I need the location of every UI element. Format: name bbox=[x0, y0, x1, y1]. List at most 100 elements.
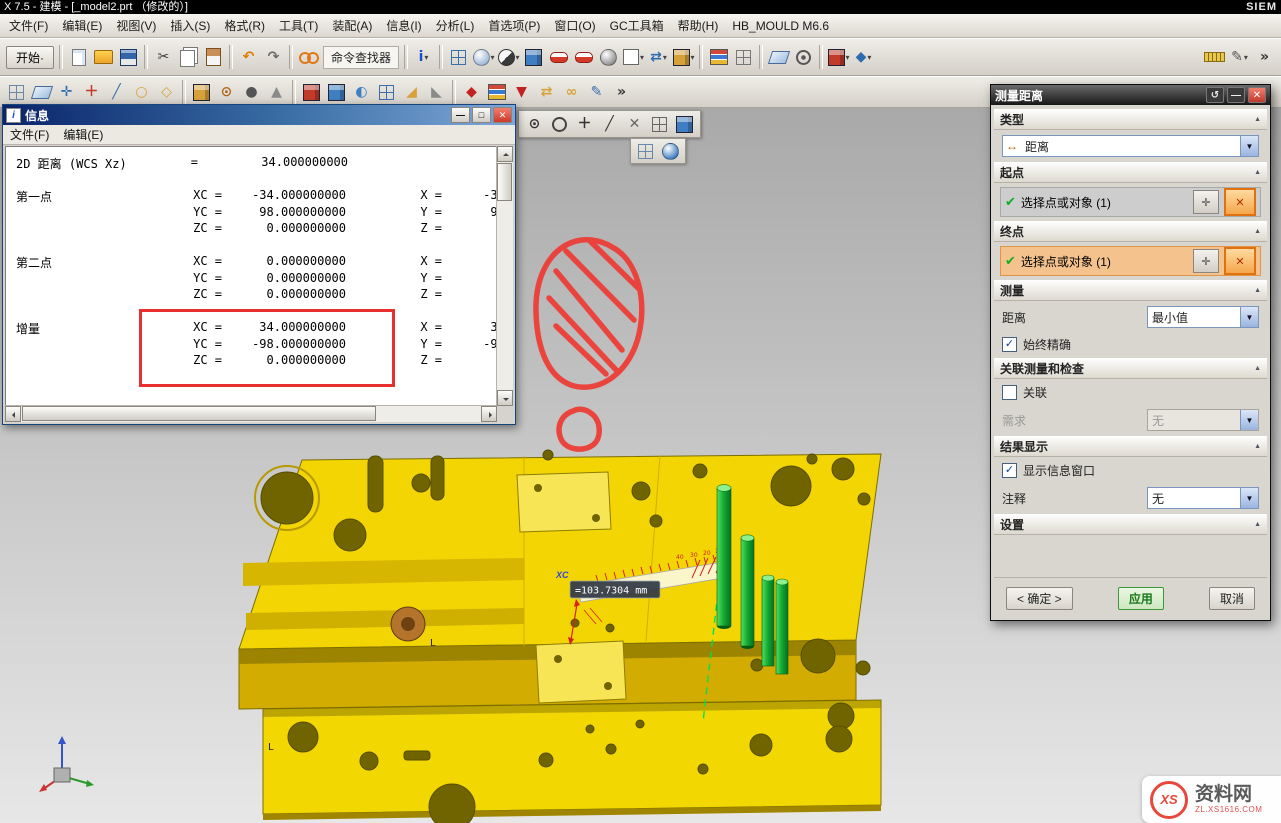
minimize-button[interactable]: — bbox=[451, 107, 470, 123]
section-type[interactable]: 类型 ▲ bbox=[994, 109, 1267, 130]
glasses-icon[interactable]: ∞ bbox=[559, 80, 584, 105]
section-settings[interactable]: 设置 ▲ bbox=[994, 514, 1267, 535]
vertical-scroll-thumb[interactable] bbox=[497, 163, 512, 201]
unite-icon[interactable] bbox=[299, 80, 324, 105]
sketch-icon[interactable]: ◇ bbox=[154, 80, 179, 105]
view-layout-icon[interactable] bbox=[731, 45, 756, 70]
scroll-right-button[interactable] bbox=[481, 406, 497, 422]
grid-display-icon[interactable] bbox=[633, 139, 658, 164]
horizontal-scroll-thumb[interactable] bbox=[22, 406, 376, 421]
vertical-scrollbar[interactable] bbox=[496, 146, 513, 406]
snap-line-icon[interactable]: ╱ bbox=[597, 112, 622, 137]
color-swatch-icon[interactable]: ▾ bbox=[621, 45, 646, 70]
paste-icon[interactable] bbox=[201, 45, 226, 70]
dialog-reset-icon[interactable]: ↺ bbox=[1206, 87, 1224, 103]
info-menu-item-2[interactable]: 编辑(E) bbox=[63, 126, 103, 143]
point-icon[interactable]: ＋ bbox=[79, 80, 104, 105]
info-menu-item-1[interactable]: 文件(F) bbox=[10, 126, 49, 143]
dialog-minimize-icon[interactable]: — bbox=[1227, 87, 1245, 103]
swap-view-icon[interactable]: ⇄ bbox=[534, 80, 559, 105]
dropdown-arrow-icon[interactable]: ▼ bbox=[1240, 136, 1258, 156]
info-window-icon[interactable]: i▾ bbox=[411, 45, 436, 70]
section-start-point[interactable]: 起点 ▲ bbox=[994, 162, 1267, 183]
snap-endpoint-icon[interactable]: ⊙ bbox=[522, 112, 547, 137]
toolbar-overflow-icon[interactable]: » bbox=[609, 80, 634, 105]
menu-item-1[interactable]: 文件(F) bbox=[2, 15, 55, 36]
dropdown-arrow-icon[interactable]: ▼ bbox=[1240, 307, 1258, 327]
menu-item-8[interactable]: 信息(I) bbox=[379, 15, 428, 36]
scroll-left-button[interactable] bbox=[5, 406, 21, 422]
layout-grid-icon[interactable] bbox=[4, 80, 29, 105]
cut-icon[interactable]: ✂ bbox=[151, 45, 176, 70]
scroll-down-button[interactable] bbox=[497, 390, 513, 406]
menu-item-9[interactable]: 分析(L) bbox=[429, 15, 482, 36]
display-cube-icon[interactable] bbox=[521, 45, 546, 70]
immediate-hide-icon[interactable] bbox=[571, 45, 596, 70]
orient-view-cube-icon[interactable]: ▾ bbox=[671, 45, 696, 70]
ok-button[interactable]: < 确定 > bbox=[1006, 587, 1073, 610]
new-file-icon[interactable] bbox=[66, 45, 91, 70]
start-menu-button[interactable]: 开始· bbox=[6, 46, 54, 69]
snap-grid-icon[interactable] bbox=[647, 112, 672, 137]
menu-item-4[interactable]: 插入(S) bbox=[163, 15, 217, 36]
snap-intersection-icon[interactable]: ✕ bbox=[622, 112, 647, 137]
copy-icon[interactable] bbox=[176, 45, 201, 70]
window-capture-icon[interactable] bbox=[446, 45, 471, 70]
datum-diamond-icon[interactable]: ◆ bbox=[459, 80, 484, 105]
info-window[interactable]: i 信息 — □ ✕ 文件(F)编辑(E) 2D 距离 (WCS Xz)=34.… bbox=[2, 104, 516, 425]
horizontal-scrollbar[interactable] bbox=[5, 405, 497, 422]
save-icon[interactable] bbox=[116, 45, 141, 70]
layer-settings-icon[interactable] bbox=[706, 45, 731, 70]
snap-solid-icon[interactable] bbox=[672, 112, 697, 137]
menu-item-13[interactable]: 帮助(H) bbox=[671, 15, 726, 36]
pan-rotate-icon[interactable]: ⇄▾ bbox=[646, 45, 671, 70]
menu-item-5[interactable]: 格式(R) bbox=[217, 15, 272, 36]
start-point-selection[interactable]: ✔ 选择点或对象 (1) ✛ ✕ bbox=[1000, 187, 1261, 217]
boss-icon[interactable]: ▲ bbox=[264, 80, 289, 105]
section-results[interactable]: 结果显示 ▲ bbox=[994, 436, 1267, 457]
menu-item-12[interactable]: GC工具箱 bbox=[603, 15, 671, 36]
point-inferred-button[interactable]: ✕ bbox=[1224, 188, 1256, 216]
extrude-icon[interactable] bbox=[189, 80, 214, 105]
pattern-icon[interactable] bbox=[374, 80, 399, 105]
measure-distance-dialog[interactable]: 测量距离 ↺ — ✕ 类型 ▲ ↔ 距离 ▼ 起点 ▲ ✔ bbox=[990, 84, 1271, 621]
chamfer-icon[interactable]: ◣ bbox=[424, 80, 449, 105]
menu-item-6[interactable]: 工具(T) bbox=[272, 15, 325, 36]
measure-ruler-icon[interactable] bbox=[1202, 45, 1227, 70]
rendering-style-icon[interactable]: ▾ bbox=[496, 45, 521, 70]
section-end-point[interactable]: 终点 ▲ bbox=[994, 221, 1267, 242]
section-association[interactable]: 关联测量和检查 ▲ bbox=[994, 358, 1267, 379]
constraint-icon[interactable]: ◆▾ bbox=[851, 45, 876, 70]
association-checkbox[interactable] bbox=[1002, 385, 1017, 400]
restore-button[interactable]: □ bbox=[472, 107, 491, 123]
dropdown-arrow-icon[interactable]: ▼ bbox=[1240, 488, 1258, 508]
end-point-selection[interactable]: ✔ 选择点或对象 (1) ✛ ✕ bbox=[1000, 246, 1261, 276]
window-titlebar[interactable]: X 7.5 - 建模 - [_model2.prt （修改的）] SIEM bbox=[0, 0, 1281, 14]
datum-plane-icon[interactable] bbox=[29, 80, 54, 105]
undo-icon[interactable]: ↶ bbox=[236, 45, 261, 70]
menu-item-7[interactable]: 装配(A) bbox=[325, 15, 379, 36]
work-plane-icon[interactable] bbox=[766, 45, 791, 70]
datum-csys-icon[interactable]: ✛ bbox=[54, 80, 79, 105]
hole-icon[interactable]: ● bbox=[239, 80, 264, 105]
exact-checkbox[interactable]: ✓ bbox=[1002, 337, 1017, 352]
dialog-titlebar[interactable]: 测量距离 ↺ — ✕ bbox=[991, 85, 1270, 105]
type-combo[interactable]: ↔ 距离 ▼ bbox=[1002, 135, 1259, 157]
menu-item-3[interactable]: 视图(V) bbox=[109, 15, 163, 36]
point-dialog-button[interactable]: ✛ bbox=[1193, 249, 1219, 273]
arc-icon[interactable]: ○ bbox=[129, 80, 154, 105]
sketch-pencil-icon[interactable]: ✎ bbox=[584, 80, 609, 105]
toolbar-overflow-icon[interactable]: » bbox=[1252, 45, 1277, 70]
revolve-icon[interactable]: ⊙ bbox=[214, 80, 239, 105]
annotation-pencil-icon[interactable]: ✎▾ bbox=[1227, 45, 1252, 70]
snap-plus-icon[interactable]: ＋ bbox=[572, 112, 597, 137]
filter-icon[interactable]: ▼ bbox=[509, 80, 534, 105]
close-button[interactable]: ✕ bbox=[493, 107, 512, 123]
subtract-icon[interactable] bbox=[324, 80, 349, 105]
point-inferred-button[interactable]: ✕ bbox=[1224, 247, 1256, 275]
assembly-cube-icon[interactable]: ▾ bbox=[826, 45, 851, 70]
sphere-display-icon[interactable] bbox=[658, 139, 683, 164]
menu-item-11[interactable]: 窗口(O) bbox=[547, 15, 602, 36]
show-hide-icon[interactable] bbox=[546, 45, 571, 70]
open-file-icon[interactable] bbox=[91, 45, 116, 70]
